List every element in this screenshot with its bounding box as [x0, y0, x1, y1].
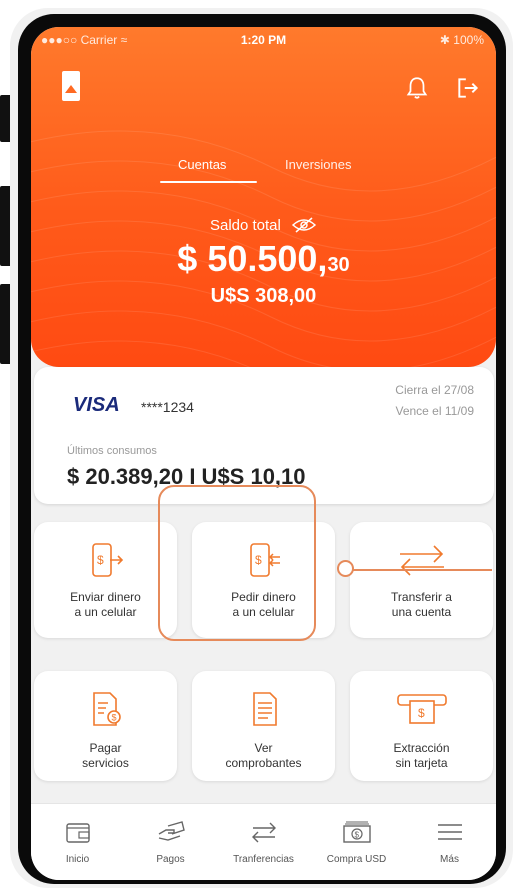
highlight-box [158, 485, 316, 641]
card-number: ****1234 [141, 399, 194, 415]
nav-pagos[interactable]: Pagos [124, 804, 217, 880]
svg-text:$: $ [111, 713, 116, 723]
app-screen: ●●●○○ Carrier ≈ 1:20 PM ✱ 100% Cuentas I… [31, 27, 496, 880]
status-bar: ●●●○○ Carrier ≈ 1:20 PM ✱ 100% [31, 31, 496, 51]
svg-text:$: $ [97, 553, 104, 567]
bank-logo [62, 71, 80, 101]
balance-label-row: Saldo total [31, 217, 496, 234]
nav-mas[interactable]: Más [403, 804, 496, 880]
nav-label: Pagos [156, 854, 185, 865]
nav-label: Más [440, 854, 459, 865]
send-money-phone-icon: $ [91, 543, 123, 577]
tile-label: servicios [82, 756, 129, 770]
active-tab-underline [160, 181, 257, 183]
transfer-account-button[interactable]: Transferir a una cuenta [350, 522, 493, 638]
receipts-icon [252, 692, 277, 726]
pointer-line [352, 569, 492, 571]
tab-cuentas[interactable]: Cuentas [178, 157, 226, 172]
tile-label: sin tarjeta [395, 756, 448, 770]
logout-icon[interactable] [455, 75, 481, 101]
nav-compra-usd[interactable]: $ Compra USD [310, 804, 403, 880]
menu-icon [437, 824, 462, 840]
transfer-icon [251, 822, 276, 843]
last-charges-label: Últimos consumos [67, 445, 157, 457]
bell-icon[interactable] [404, 75, 430, 101]
cardless-withdrawal-icon: $ [396, 694, 447, 724]
eye-slash-icon[interactable] [291, 217, 317, 233]
tile-label: Enviar dinero [70, 590, 141, 604]
svg-text:$: $ [418, 706, 425, 720]
pay-bills-icon: $ [92, 692, 121, 726]
battery-text: ✱ 100% [439, 33, 484, 47]
tab-inversiones[interactable]: Inversiones [285, 157, 351, 172]
payment-hand-icon [158, 821, 185, 841]
card-close-date: Cierra el 27/08 [395, 383, 474, 397]
balance-integer: $ 50.500, [177, 238, 328, 279]
nav-label: Compra USD [326, 854, 387, 865]
wallet-icon [65, 823, 90, 843]
tile-label: a un celular [74, 605, 137, 619]
pointer-dot [337, 560, 354, 577]
balance-label: Saldo total [209, 217, 281, 234]
tile-label: Pagar [89, 741, 122, 755]
pay-services-button[interactable]: $ Pagar servicios [34, 671, 177, 781]
tile-label: Transferir a [391, 590, 452, 604]
card-due-date: Vence el 11/09 [395, 404, 474, 418]
bottom-nav: Inicio Pagos Tranferencias $ Compra USD … [31, 803, 496, 880]
balance-amount: $ 50.500,30 [31, 238, 496, 280]
balance-cents: 30 [327, 254, 350, 276]
tile-label: una cuenta [391, 605, 452, 619]
nav-inicio[interactable]: Inicio [31, 804, 124, 880]
tile-label: Ver [254, 741, 273, 755]
nav-label: Tranferencias [233, 854, 294, 865]
svg-text:$: $ [354, 831, 359, 840]
cardless-withdrawal-button[interactable]: $ Extracción sin tarjeta [350, 671, 493, 781]
nav-label: Inicio [65, 854, 90, 865]
balance-usd: U$S 308,00 [210, 285, 317, 307]
nav-transferencias[interactable]: Tranferencias [217, 804, 310, 880]
balance-header: ●●●○○ Carrier ≈ 1:20 PM ✱ 100% Cuentas I… [31, 27, 496, 367]
tile-label: Extracción [393, 741, 450, 755]
status-time: 1:20 PM [240, 33, 287, 47]
view-receipts-button[interactable]: Ver comprobantes [192, 671, 335, 781]
account-tabs: Cuentas Inversiones [31, 157, 496, 187]
transfer-arrows-icon [399, 545, 444, 576]
tile-label: comprobantes [225, 756, 302, 770]
send-money-button[interactable]: $ Enviar dinero a un celular [34, 522, 177, 638]
dollar-bill-icon: $ [342, 821, 371, 843]
card-brand: VISA [73, 394, 120, 416]
